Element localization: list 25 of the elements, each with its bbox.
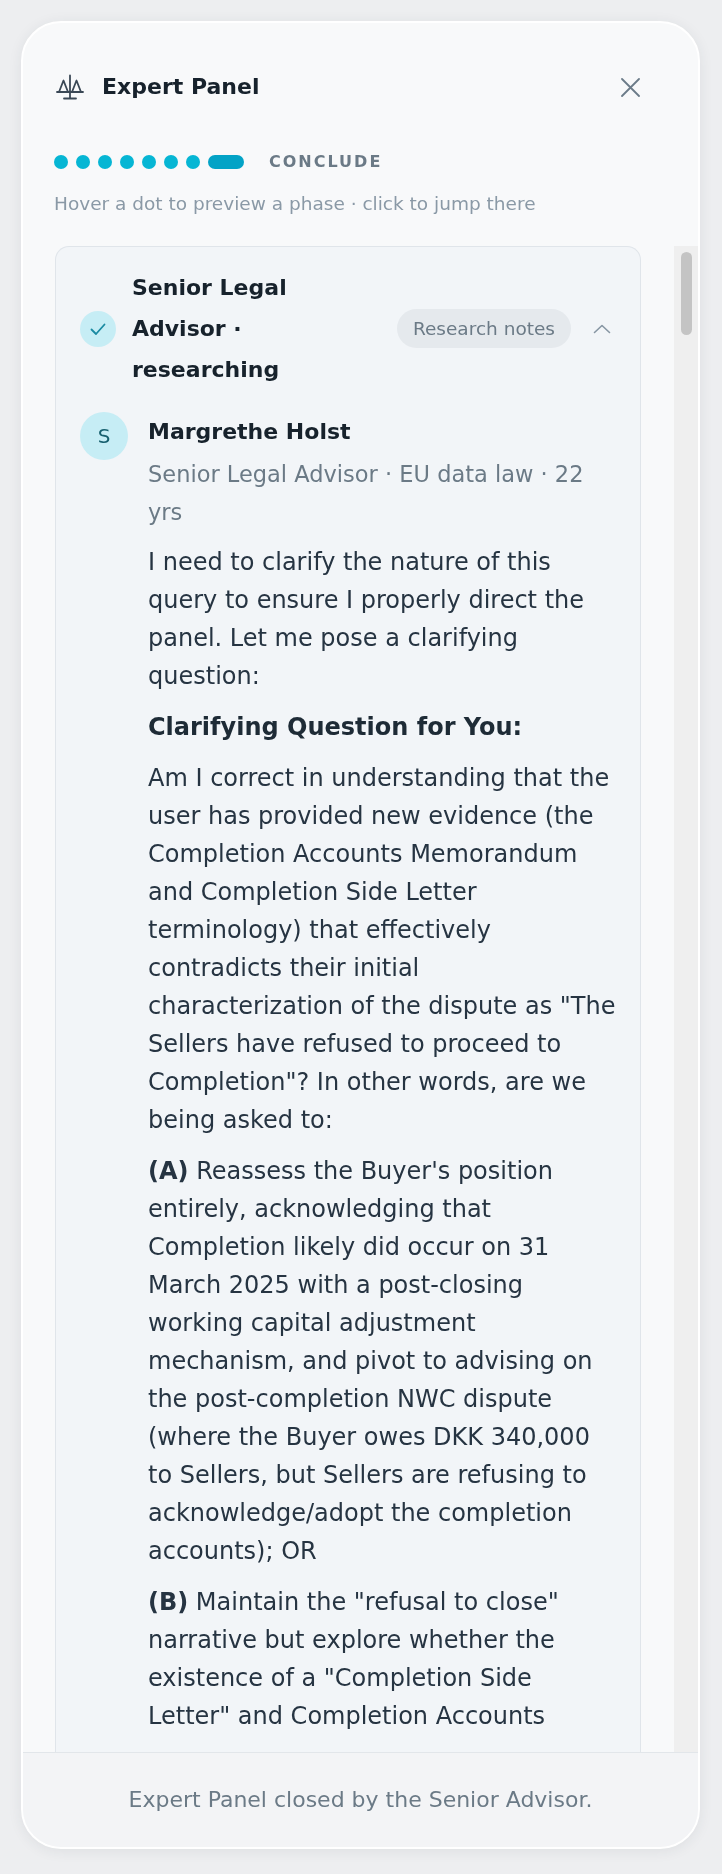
panel-status-text: Expert Panel closed by the Senior Advisor. [128, 1786, 593, 1814]
message-paragraph: I need to clarify the nature of this query to ensure I properly direct the panel. Let me pose a clarifying question: [148, 547, 586, 692]
message-paragraph: (A) Reassess the Buyer's position entirely, acknowledging that Completion likely did occur on 31 March 2025 with a post-closing working capital adjustment mechanism, and pivot to advising on the post-completion NWC dispute (where the Buyer owes DKK 340,000 to Sellers, but Sellers are refusing to acknowledge/adopt the completion accounts); OR [148, 1156, 594, 1567]
phase-label: CONCLUDE [269, 152, 383, 172]
phase-dot[interactable] [142, 155, 156, 169]
phase-dot[interactable] [98, 155, 112, 169]
phase-dot[interactable] [54, 155, 68, 169]
research-notes-button[interactable]: Research notes [396, 309, 571, 348]
message-paragraph: Am I correct in understanding that the user has provided new evidence (the Completion Accounts Memorandum and Completion Side Letter terminology) that effectively contradicts their initial characterization of the dispute as "The Sellers have refused to proceed to Completion"? In other words, are we being asked to: [148, 763, 617, 1136]
expert-status-title: Senior Legal Advisor · researching [132, 274, 288, 384]
phase-dot[interactable] [164, 155, 178, 169]
avatar: S [80, 412, 128, 460]
close-icon[interactable] [621, 77, 640, 97]
author-name: Margrethe Holst [148, 418, 352, 446]
phase-dot[interactable] [186, 155, 200, 169]
phase-dot[interactable] [76, 155, 90, 169]
message-heading: Clarifying Question for You: [148, 712, 524, 743]
scales-icon [56, 74, 84, 100]
author-byline: Senior Legal Advisor · EU data law · 22 yrs [148, 460, 585, 527]
panel-title: Expert Panel [102, 73, 260, 101]
message-paragraph: (B) Maintain the "refusal to close" narrative but explore whether the existence of a "Completion Side Letter" and Completion Accounts [148, 1587, 560, 1732]
scrollbar-thumb[interactable] [680, 252, 692, 335]
phase-dot[interactable] [120, 155, 134, 169]
chevron-up-icon[interactable] [593, 323, 611, 334]
stepper-hint: Hover a dot to preview a phase · click to jump there [53, 192, 537, 216]
